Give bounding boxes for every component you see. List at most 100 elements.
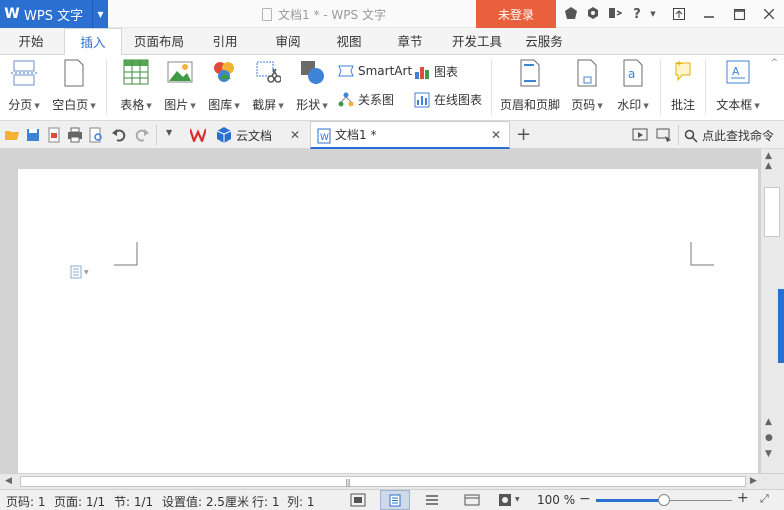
page-number-button[interactable]: 页码 ▼ (566, 59, 608, 115)
scroll-down-arrow[interactable]: ▲ (765, 417, 772, 427)
menu-bar: 开始 插入 页面布局 引用 审阅 视图 章节 开发工具 云服务 (0, 28, 784, 56)
header-footer-button[interactable]: 页眉和页脚 (498, 59, 562, 115)
gift-icon[interactable] (582, 6, 604, 22)
side-panel-toggle[interactable] (778, 289, 784, 363)
status-page-number[interactable]: 页码: 1 (6, 493, 46, 510)
tab-references[interactable]: 引用 (198, 28, 252, 55)
close-button[interactable] (754, 0, 784, 28)
command-search[interactable]: 点此查找命令 (684, 127, 774, 144)
app-menu-button[interactable]: W WPS 文字 ▼ (0, 0, 108, 28)
print-icon[interactable] (67, 127, 83, 143)
tab-view[interactable]: 视图 (322, 28, 376, 55)
save-icon[interactable] (25, 127, 41, 143)
smartart-button[interactable]: SmartArt (338, 63, 412, 79)
close-icon[interactable]: ✕ (491, 128, 501, 142)
chevron-down-icon[interactable]: ▼ (92, 0, 108, 28)
zoom-level[interactable]: 100 % (537, 493, 575, 507)
scroll-up-arrow[interactable]: ▲ (765, 161, 772, 171)
blank-page-button[interactable]: 空白页 ▼ (50, 59, 98, 115)
shape-button[interactable]: 形状 ▼ (292, 59, 332, 115)
svg-text:W: W (320, 133, 329, 143)
chart-label: 图表 (434, 65, 459, 79)
eye-protection-icon[interactable] (498, 493, 512, 507)
maximize-button[interactable] (724, 0, 754, 28)
window-title: 文档1 * - WPS 文字 (262, 6, 386, 23)
status-section[interactable]: 节: 1/1 (114, 493, 153, 510)
chart-button[interactable]: 图表 (414, 63, 458, 80)
tab-wps-cloud-docs[interactable]: 云文档 ✕ (184, 121, 308, 149)
print-preview-icon[interactable] (88, 127, 104, 143)
zoom-slider-thumb[interactable] (658, 494, 670, 506)
play-icon[interactable] (632, 127, 648, 143)
window-controls (664, 0, 784, 28)
textbox-button[interactable]: A 文本框 ▼ (710, 59, 766, 115)
minimize-button[interactable] (694, 0, 724, 28)
undo-icon[interactable] (111, 127, 127, 143)
scroll-right-arrow[interactable]: ▶ (750, 476, 757, 486)
web-view-icon[interactable] (464, 494, 480, 506)
screenshot-button[interactable]: 截屏 ▼ (248, 59, 288, 115)
share-icon[interactable] (604, 7, 626, 22)
table-button[interactable]: 表格 ▼ (116, 59, 156, 115)
horizontal-scrollbar[interactable]: ◀ ||| ▶ (0, 473, 784, 489)
tab-document-1[interactable]: W 文档1 * ✕ (310, 121, 510, 149)
paragraph-layout-button[interactable]: ▼ (70, 265, 89, 279)
divider (705, 59, 706, 115)
skin-icon[interactable] (560, 6, 582, 22)
restore-layout-icon[interactable] (664, 0, 694, 28)
chevron-down-icon: ▼ (597, 101, 603, 110)
watermark-button[interactable]: a 水印 ▼ (612, 59, 654, 115)
online-chart-button[interactable]: 在线图表 (414, 91, 482, 108)
export-pdf-icon[interactable] (46, 127, 62, 143)
login-button[interactable]: 未登录 (476, 0, 556, 28)
tab-insert[interactable]: 插入 (64, 28, 122, 56)
tab-developer[interactable]: 开发工具 (446, 28, 508, 55)
page-view-button[interactable] (380, 490, 410, 510)
comment-icon (675, 61, 691, 82)
scroll-up-arrow[interactable]: ▲ (765, 151, 772, 161)
status-pages[interactable]: 页面: 1/1 (54, 493, 105, 510)
outline-view-icon[interactable] (425, 494, 439, 506)
tab-review[interactable]: 审阅 (261, 28, 315, 55)
tab-start[interactable]: 开始 (0, 28, 62, 55)
horizontal-scroll-thumb[interactable]: ||| (20, 476, 746, 487)
scroll-down-arrow[interactable]: ▼ (765, 449, 772, 459)
fullscreen-toggle-icon[interactable]: ⤢ (760, 492, 769, 506)
chevron-down-icon[interactable]: ▼ (166, 128, 172, 137)
wps-logo-icon: W (4, 6, 20, 22)
status-column[interactable]: 列: 1 (287, 493, 315, 510)
comment-button[interactable]: 批注 (666, 59, 700, 115)
full-screen-icon[interactable] (350, 493, 366, 507)
gallery-button[interactable]: 图库 ▼ (204, 59, 244, 115)
page-break-label: 分页 (8, 98, 33, 112)
vertical-scrollbar[interactable]: ▲ ▲ ▲ ● ▼ (760, 149, 784, 473)
select-browse-object-icon[interactable]: ● (765, 433, 773, 443)
page-break-button[interactable]: 分页 ▼ (4, 59, 44, 115)
document-tab-label: 文档1 * (335, 128, 377, 142)
chevron-down-icon[interactable]: ▼ (648, 10, 658, 18)
status-setting[interactable]: 设置值: 2.5厘米 (162, 493, 249, 510)
scroll-thumb[interactable] (764, 187, 780, 237)
zoom-in-icon[interactable]: + (737, 490, 749, 506)
zoom-out-icon[interactable]: − (579, 491, 591, 507)
collapse-ribbon-icon[interactable]: ^ (770, 58, 778, 68)
redo-icon[interactable] (134, 127, 150, 143)
ribbon-insert: 分页 ▼ 空白页 ▼ 表格 ▼ 图片 ▼ 图库 ▼ 截屏 ▼ 形状 ▼ Smar… (0, 55, 784, 121)
new-tab-icon[interactable]: + (516, 124, 531, 145)
page-view-icon (389, 494, 401, 507)
picture-button[interactable]: 图片 ▼ (160, 59, 200, 115)
send-icon[interactable] (656, 127, 672, 143)
open-folder-icon[interactable] (4, 127, 20, 143)
document-page[interactable]: ▼ (18, 169, 758, 473)
help-icon[interactable]: ? (626, 7, 648, 22)
online-chart-icon (414, 92, 430, 107)
chevron-down-icon[interactable]: ▼ (515, 496, 520, 503)
scroll-left-arrow[interactable]: ◀ (5, 476, 12, 486)
close-icon[interactable]: ✕ (290, 128, 300, 142)
tab-section[interactable]: 章节 (383, 28, 437, 55)
status-row[interactable]: 行: 1 (252, 493, 280, 510)
title-bar: W WPS 文字 ▼ 文档1 * - WPS 文字 未登录 ? ▼ (0, 0, 784, 28)
relation-chart-button[interactable]: 关系图 (338, 91, 394, 108)
tab-cloud-service[interactable]: 云服务 (516, 28, 572, 55)
tab-page-layout[interactable]: 页面布局 (126, 28, 192, 55)
